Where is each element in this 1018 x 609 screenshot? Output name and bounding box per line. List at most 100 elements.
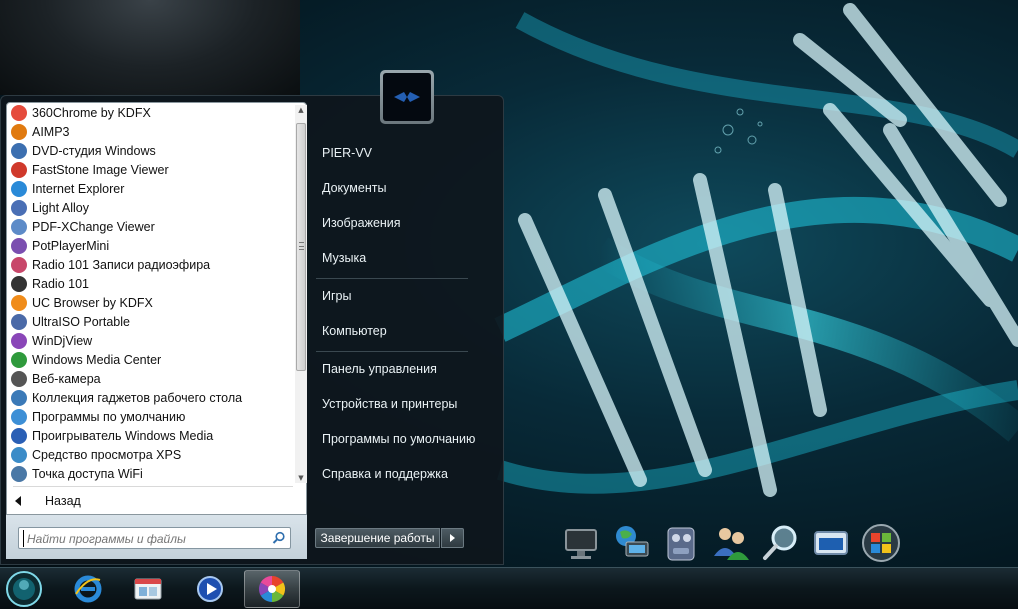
uc-browser-icon xyxy=(11,294,27,311)
default-programs-icon xyxy=(11,408,27,425)
wifi-hotspot-icon xyxy=(11,465,27,482)
gadgets-icon xyxy=(11,389,27,406)
program-label: Windows Media Center xyxy=(32,352,162,367)
program-label: Internet Explorer xyxy=(32,181,125,196)
monitor-icon[interactable] xyxy=(560,522,602,564)
window-icon[interactable] xyxy=(810,522,852,564)
games-link[interactable]: Игры xyxy=(322,286,351,306)
taskbar-media-player[interactable] xyxy=(182,570,238,608)
webcam-icon xyxy=(11,370,27,387)
scroll-up-icon[interactable]: ▲ xyxy=(295,105,307,115)
help-support-link[interactable]: Справка и поддержка xyxy=(322,464,448,484)
control-panel-link[interactable]: Панель управления xyxy=(322,359,437,379)
program-label: AIMP3 xyxy=(32,124,70,139)
user-picture[interactable] xyxy=(380,70,434,124)
program-list-item[interactable]: Internet Explorer xyxy=(7,179,293,198)
light-alloy-icon xyxy=(11,199,27,216)
program-list-item[interactable]: Radio 101 xyxy=(7,274,293,293)
program-list-item[interactable]: Точка доступа WiFi xyxy=(7,464,293,483)
taskbar xyxy=(0,567,1018,609)
headphones-icon xyxy=(11,275,27,292)
program-list-item[interactable]: Light Alloy xyxy=(7,198,293,217)
program-list-item[interactable]: AIMP3 xyxy=(7,122,293,141)
program-label: 360Chrome by KDFX xyxy=(32,105,151,120)
explorer-window-icon xyxy=(134,578,162,600)
ultraiso-icon xyxy=(11,313,27,330)
documents-link[interactable]: Документы xyxy=(322,178,386,198)
program-label: UltraISO Portable xyxy=(32,314,130,329)
search-input[interactable] xyxy=(23,530,263,547)
program-label: PDF-XChange Viewer xyxy=(32,219,155,234)
internet-explorer-icon xyxy=(11,180,27,197)
taskbar-explorer[interactable] xyxy=(120,570,176,608)
program-list-item[interactable]: Программы по умолчанию xyxy=(7,407,293,426)
default-programs-link[interactable]: Программы по умолчанию xyxy=(322,429,475,449)
chevron-right-icon xyxy=(450,534,455,542)
media-player-icon xyxy=(197,576,223,602)
programs-pane: 360Chrome by KDFX AIMP3 DVD-студия Windows… xyxy=(6,102,307,515)
taskbar-360chrome[interactable] xyxy=(244,570,300,608)
program-list-item[interactable]: Средство просмотра XPS xyxy=(7,445,293,464)
pictures-link[interactable]: Изображения xyxy=(322,213,401,233)
music-link[interactable]: Музыка xyxy=(322,248,366,268)
divider xyxy=(316,278,468,279)
dvd-studio-icon xyxy=(11,142,27,159)
program-list-item[interactable]: Коллекция гаджетов рабочего стола xyxy=(7,388,293,407)
program-list-item[interactable]: UltraISO Portable xyxy=(7,312,293,331)
divider xyxy=(13,486,293,487)
scrollbar-thumb[interactable] xyxy=(296,123,306,371)
program-label: Коллекция гаджетов рабочего стола xyxy=(32,390,243,405)
program-list-item[interactable]: Windows Media Center xyxy=(7,350,293,369)
chrome-360-icon xyxy=(11,104,27,121)
program-label: Light Alloy xyxy=(32,200,89,215)
chrome-360-icon xyxy=(258,575,286,603)
back-arrow-icon xyxy=(15,496,21,506)
program-label: DVD-студия Windows xyxy=(32,143,156,158)
program-list-item[interactable]: FastStone Image Viewer xyxy=(7,160,293,179)
devices-printers-link[interactable]: Устройства и принтеры xyxy=(322,394,457,414)
search-icon[interactable] xyxy=(272,531,286,545)
program-label: Radio 101 Записи радиоэфира xyxy=(32,257,211,272)
program-list-scrollbar[interactable]: ▲ ▼ xyxy=(295,105,307,483)
program-label: Radio 101 xyxy=(32,276,89,291)
user-name-link[interactable]: PIER-VV xyxy=(322,143,372,163)
back-label: Назад xyxy=(45,494,81,508)
program-label: Программы по умолчанию xyxy=(32,409,186,424)
program-list-item[interactable]: PotPlayerMini xyxy=(7,236,293,255)
program-list-item[interactable]: 360Chrome by KDFX xyxy=(7,103,293,122)
program-label: FastStone Image Viewer xyxy=(32,162,169,177)
program-list-item[interactable]: DVD-студия Windows xyxy=(7,141,293,160)
shutdown-button[interactable]: Завершение работы xyxy=(315,528,440,548)
back-button[interactable]: Назад xyxy=(15,492,81,510)
search-area xyxy=(6,515,307,559)
program-list: 360Chrome by KDFX AIMP3 DVD-студия Windows… xyxy=(7,103,293,485)
internet-explorer-icon xyxy=(74,575,102,603)
program-list-item[interactable]: Веб-камера xyxy=(7,369,293,388)
taskbar-internet-explorer[interactable] xyxy=(60,570,116,608)
radio101-records-icon xyxy=(11,256,27,273)
network-globe-icon[interactable] xyxy=(610,522,652,564)
start-orb-button[interactable] xyxy=(3,570,45,608)
magnifier-icon[interactable] xyxy=(760,522,802,564)
program-label: Веб-камера xyxy=(32,371,101,386)
program-label: Проигрыватель Windows Media xyxy=(32,428,214,443)
program-list-item[interactable]: UC Browser by KDFX xyxy=(7,293,293,312)
control-panel-icon[interactable] xyxy=(660,522,702,564)
divider xyxy=(316,351,468,352)
xps-viewer-icon xyxy=(11,446,27,463)
program-list-item[interactable]: Radio 101 Записи радиоэфира xyxy=(7,255,293,274)
users-icon[interactable] xyxy=(710,522,752,564)
faststone-icon xyxy=(11,161,27,178)
search-box[interactable] xyxy=(18,527,291,549)
program-list-item[interactable]: PDF-XChange Viewer xyxy=(7,217,293,236)
computer-link[interactable]: Компьютер xyxy=(322,321,387,341)
windows-logo-icon[interactable] xyxy=(860,522,902,564)
aimp-icon xyxy=(11,123,27,140)
program-label: PotPlayerMini xyxy=(32,238,110,253)
scroll-down-icon[interactable]: ▼ xyxy=(295,473,307,483)
windows-media-player-icon xyxy=(11,427,27,444)
program-list-item[interactable]: Проигрыватель Windows Media xyxy=(7,426,293,445)
media-center-icon xyxy=(11,351,27,368)
shutdown-options-button[interactable] xyxy=(441,528,464,548)
program-list-item[interactable]: WinDjView xyxy=(7,331,293,350)
